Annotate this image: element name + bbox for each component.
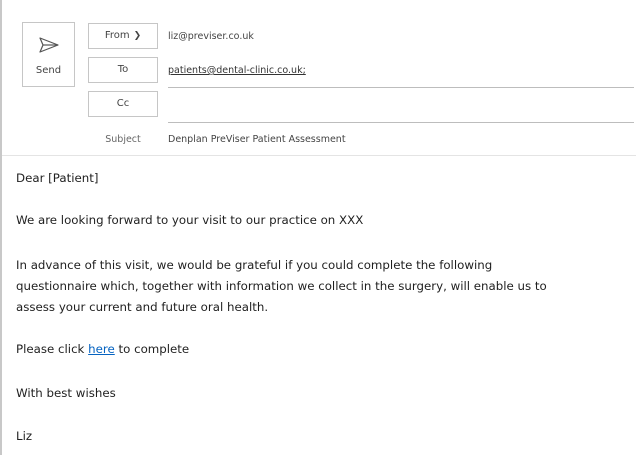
from-label: From: [104, 30, 130, 41]
body-line-visit: We are looking forward to your visit to …: [16, 213, 364, 227]
click-line: Please click here to complete: [16, 339, 189, 360]
cc-button[interactable]: Cc: [88, 91, 158, 117]
to-field-underline: [168, 87, 634, 88]
greeting-text: Dear [Patient]: [16, 171, 99, 185]
here-link[interactable]: here: [88, 342, 115, 356]
subject-field[interactable]: Denplan PreViser Patient Assessment: [168, 134, 346, 145]
send-button[interactable]: Send: [22, 22, 75, 87]
to-button[interactable]: To: [88, 57, 158, 83]
header-divider: [2, 155, 636, 156]
to-field[interactable]: patients@dental-clinic.co.uk;: [168, 65, 306, 76]
cc-label: Cc: [116, 98, 130, 109]
chevron-down-icon: ❯: [133, 31, 142, 41]
cc-field-underline: [168, 122, 634, 123]
to-label: To: [117, 64, 129, 75]
send-label: Send: [35, 65, 62, 76]
send-icon: [39, 37, 59, 53]
body-line-advance-2: questionnaire which, together with infor…: [16, 279, 547, 293]
body-line-advance-1: In advance of this visit, we would be gr…: [16, 258, 493, 272]
from-button[interactable]: From ❯: [88, 23, 158, 49]
click-suffix: to complete: [114, 342, 190, 356]
compose-header: Send From ❯ liz@previser.co.uk To patient…: [2, 0, 636, 156]
signoff-text: With best wishes: [16, 386, 116, 400]
subject-label: Subject: [105, 134, 141, 145]
body-line-advance-3: assess your current and future oral heal…: [16, 300, 269, 314]
signature-text: Liz: [16, 429, 33, 443]
from-value: liz@previser.co.uk: [168, 31, 254, 42]
click-prefix: Please click: [16, 342, 89, 356]
